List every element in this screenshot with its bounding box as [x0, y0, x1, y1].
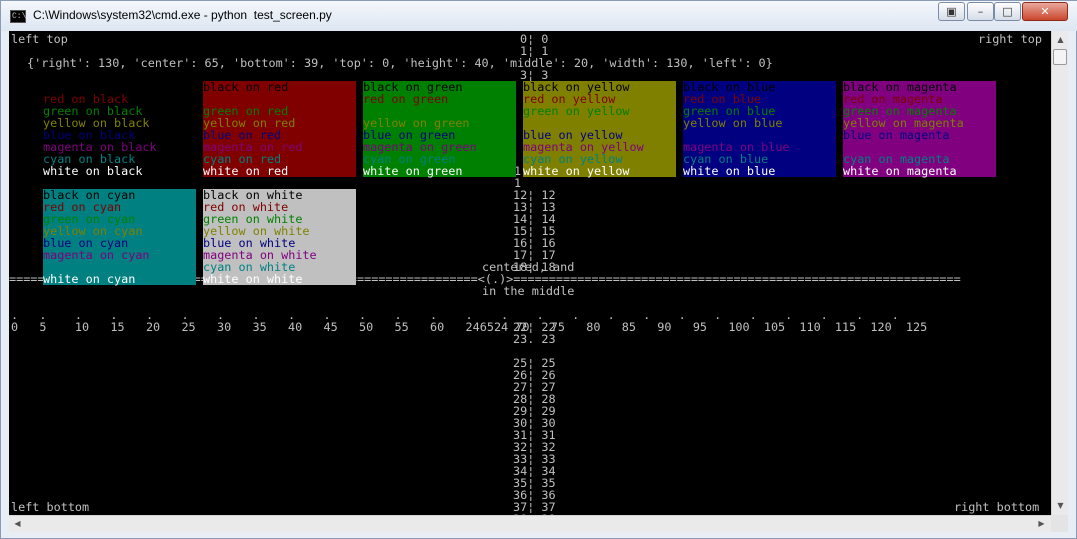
color-sample-line: white on blue — [683, 164, 776, 178]
scrollbar-corner — [1051, 515, 1068, 532]
color-block-0: black on black red on black green on black… — [43, 81, 196, 177]
separator-right: ========================================… — [520, 273, 961, 285]
left-bottom-label: left bottom — [11, 500, 90, 514]
color-block-7: black on white red on white green on white… — [203, 189, 356, 285]
color-sample-line: white on black — [43, 164, 143, 178]
vertical-scrollbar[interactable]: ▲ ▼ — [1051, 31, 1068, 515]
color-sample-line: white on yellow — [523, 164, 630, 178]
ruler-numbers: 0 5 10 15 20 25 30 35 40 45 50 55 60 246… — [11, 320, 928, 334]
vertical-scroll-thumb[interactable] — [1053, 49, 1067, 65]
console-window: C:\ C:\Windows\system32\cmd.exe - python… — [0, 0, 1077, 539]
scroll-right-arrow-icon[interactable]: ▶ — [1034, 516, 1049, 531]
scroll-left-arrow-icon[interactable]: ◀ — [10, 516, 25, 531]
scroll-up-arrow-icon[interactable]: ▲ — [1053, 32, 1068, 47]
right-bottom-label: right bottom — [954, 500, 1040, 514]
screen-dict-line: {'right': 130, 'center': 65, 'bottom': 3… — [27, 56, 773, 70]
color-sample-line: white on green — [363, 164, 463, 178]
center-row-1: 1¦ 1 — [520, 44, 549, 58]
center-row-25: 23. 23 — [513, 332, 556, 346]
extra-window-button[interactable]: ▣ — [938, 2, 965, 21]
right-top-label: right top — [978, 32, 1042, 46]
scroll-down-arrow-icon[interactable]: ▼ — [1053, 498, 1068, 513]
color-block-6: black on cyan red on cyan green on cyan yel… — [43, 189, 196, 285]
title-bar[interactable]: C:\ C:\Windows\system32\cmd.exe - python… — [1, 1, 1077, 31]
close-button[interactable]: ✕ — [1022, 2, 1068, 21]
maximize-button[interactable]: □ — [994, 2, 1021, 21]
middle-text: in the middle — [482, 284, 575, 298]
horizontal-scrollbar[interactable]: ◀ ▶ — [9, 515, 1051, 532]
minimize-button[interactable]: – — [967, 2, 994, 21]
color-block-5: black on magenta red on magenta green on m… — [843, 81, 996, 177]
cmd-app-icon[interactable]: C:\ — [10, 10, 26, 23]
color-block-4: black on blue red on blue green on blue yel… — [683, 81, 836, 177]
window-title: C:\Windows\system32\cmd.exe - python tes… — [33, 8, 332, 22]
center-row-19: 18¦ 18 — [513, 260, 556, 274]
color-block-3: black on yellow red on yellow green on yel… — [523, 81, 676, 177]
color-block-1: black on red red on red green on red yellow… — [203, 81, 356, 177]
color-sample-line: white on white — [203, 272, 303, 286]
color-sample-line: white on red — [203, 164, 289, 178]
console-output[interactable]: left top right top {'right': 130, 'cente… — [9, 31, 1051, 515]
color-sample-line: white on magenta — [843, 164, 957, 178]
left-top-label: left top — [11, 32, 68, 46]
color-block-2: black on green red on green green on green… — [363, 81, 516, 177]
color-sample-line: white on cyan — [43, 272, 136, 286]
